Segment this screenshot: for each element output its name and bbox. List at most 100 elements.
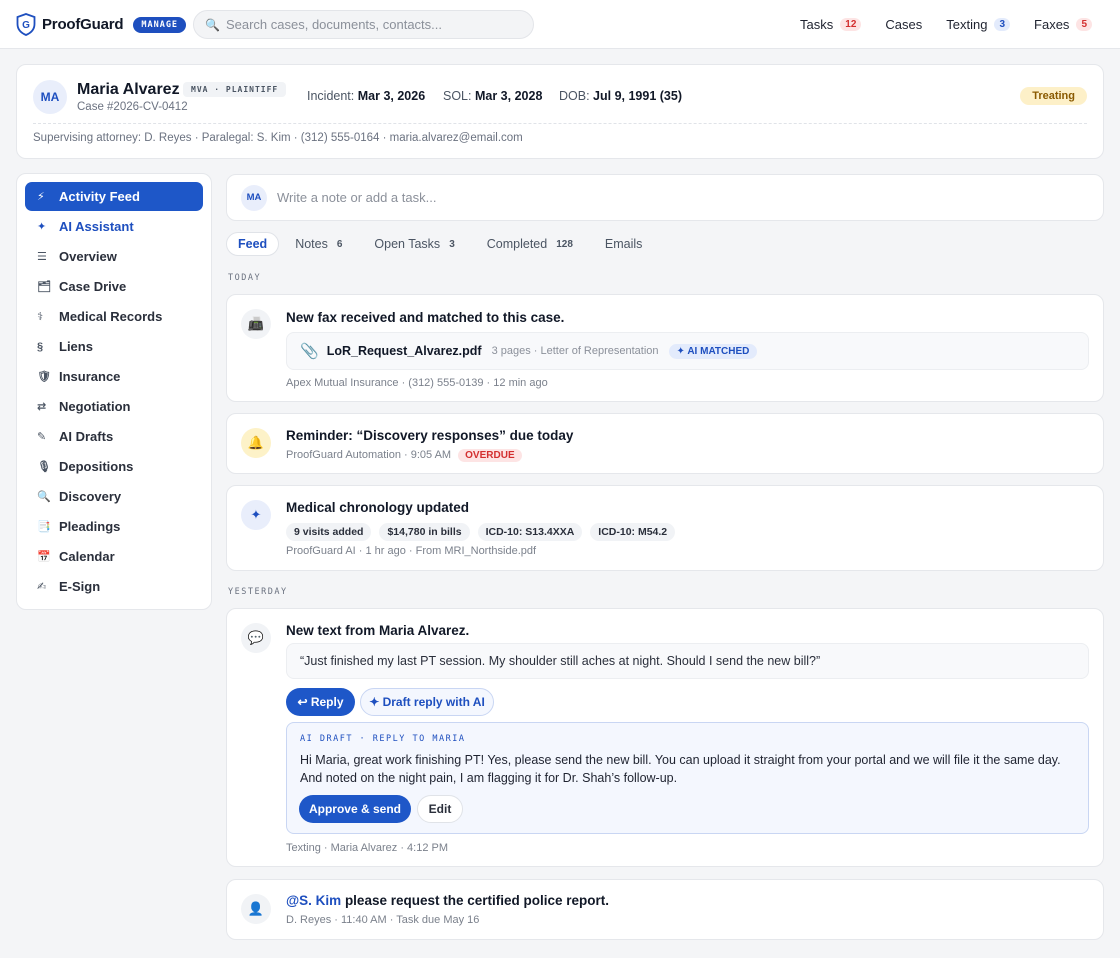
- sidebar-item-activity-feed[interactable]: ⚡ Activity Feed: [25, 182, 203, 211]
- nav-faxes-count: 5: [1076, 18, 1092, 31]
- ai-draft-text[interactable]: Hi Maria, great work finishing PT! Yes, …: [300, 751, 1075, 787]
- sidebar-item-ai-assistant[interactable]: ✦ AI Assistant: [25, 212, 203, 241]
- sidebar-item-label: Liens: [59, 339, 93, 354]
- tab-completed-label: Completed: [486, 237, 548, 251]
- sidebar-item-ai-drafts[interactable]: ✎ AI Drafts: [25, 422, 203, 451]
- folder-icon: 🗂: [37, 281, 51, 293]
- tab-completed[interactable]: Completed 128: [487, 237, 573, 251]
- sidebar-item-label: Overview: [59, 249, 117, 264]
- note-input[interactable]: [277, 190, 1057, 205]
- feed-item-text: 💬 New text from Maria Alvarez. “Just fin…: [226, 608, 1104, 867]
- tab-feed-label: Feed: [238, 237, 268, 251]
- nav-cases-label: Cases: [885, 17, 923, 32]
- chip-visits: 9 visits added: [286, 523, 372, 541]
- feed-item-meta: ProofGuard Automation · 9:05 AM: [286, 449, 452, 461]
- fax-attachment[interactable]: 📎 LoR_Request_Alvarez.pdf 3 pages · Lett…: [286, 332, 1089, 370]
- person-icon: 👤: [241, 894, 271, 924]
- top-bar: G ProofGuard MANAGE 🔍 Tasks 12 Cases Tex…: [0, 0, 1120, 49]
- search-input[interactable]: [225, 17, 516, 32]
- sidebar-item-negotiation[interactable]: ⇄ Negotiation: [25, 392, 203, 421]
- overdue-badge: OVERDUE: [458, 449, 522, 462]
- sidebar-item-case-drive[interactable]: 🗂 Case Drive: [25, 272, 203, 301]
- feed-item-title: Medical chronology updated: [286, 500, 470, 515]
- svg-text:G: G: [22, 20, 30, 31]
- nav-tasks-label: Tasks: [800, 17, 834, 32]
- sidebar-item-label: E-Sign: [59, 579, 101, 594]
- incident-label: Incident:: [307, 89, 355, 103]
- sidebar-item-label: AI Assistant: [59, 219, 134, 234]
- divider: [33, 123, 1087, 124]
- sidebar-item-pleadings[interactable]: 📑 Pleadings: [25, 512, 203, 541]
- edit-draft-button[interactable]: Edit: [417, 795, 463, 823]
- sidebar-item-discovery[interactable]: 🔍 Discovery: [25, 482, 203, 511]
- tab-notes[interactable]: Notes 6: [295, 237, 342, 251]
- nav-faxes-label: Faxes: [1034, 17, 1070, 32]
- global-search[interactable]: 🔍: [193, 10, 534, 39]
- status-badge: Treating: [1020, 87, 1087, 105]
- sidebar-item-medical-records[interactable]: ⚕ Medical Records: [25, 302, 203, 331]
- sparkle-icon: ✦: [37, 221, 47, 233]
- nav-tasks[interactable]: Tasks 12: [800, 17, 862, 32]
- speech-bubble-icon: 💬: [241, 623, 271, 653]
- chip-bills: $14,780 in bills: [379, 523, 470, 541]
- calendar-icon: 📅: [37, 551, 51, 563]
- caduceus-icon: ⚕: [37, 311, 43, 323]
- case-number: Case #2026-CV-0412: [77, 101, 188, 113]
- chronology-chips: 9 visits added $14,780 in bills ICD-10: …: [286, 523, 676, 541]
- magnifier-icon: 🔍: [37, 491, 51, 503]
- tab-feed[interactable]: Feed: [226, 232, 280, 256]
- feed-item-meta: ProofGuard AI · 1 hr ago · From MRI_Nort…: [286, 545, 537, 557]
- case-contacts: Supervising attorney: D. Reyes · Paraleg…: [33, 132, 523, 144]
- sol-value: Mar 3, 2028: [474, 89, 543, 103]
- dob-value: Jul 9, 1991 (35): [593, 89, 682, 103]
- sidebar-item-insurance[interactable]: 🛡 Insurance: [25, 362, 203, 391]
- sidebar: ⚡ Activity Feed ✦ AI Assistant ☰ Overview 🗂 Cas…: [16, 173, 212, 610]
- chip-icd-1: ICD-10: S13.4XXA: [477, 523, 583, 541]
- feed-item-chronology: ✦ Medical chronology updated 9 visits ad…: [226, 485, 1104, 571]
- draft-reply-ai-button[interactable]: ✦ Draft reply with AI: [360, 688, 494, 716]
- feed-item-meta-row: ProofGuard Automation · 9:05 AM OVERDUE: [286, 449, 522, 462]
- sidebar-item-liens[interactable]: § Liens: [25, 332, 203, 361]
- feed-item-title: New text from Maria Alvarez.: [286, 623, 470, 638]
- sidebar-item-calendar[interactable]: 📅 Calendar: [25, 542, 203, 571]
- tab-emails[interactable]: Emails: [605, 237, 643, 251]
- sidebar-item-label: Pleadings: [59, 519, 121, 534]
- logo[interactable]: G ProofGuard MANAGE: [16, 13, 187, 36]
- section-icon: §: [37, 340, 44, 353]
- feed-item-meta: Texting · Maria Alvarez · 4:12 PM: [286, 842, 449, 854]
- attachment-filename[interactable]: LoR_Request_Alvarez.pdf: [327, 344, 482, 358]
- sidebar-item-label: Medical Records: [59, 309, 163, 324]
- incident-date: Incident: Mar 3, 2026: [307, 89, 425, 103]
- feed-tabs: Feed Notes 6 Open Tasks 3 Completed 128 …: [226, 231, 642, 257]
- tab-open-tasks[interactable]: Open Tasks 3: [374, 237, 454, 251]
- mention-link[interactable]: @S. Kim: [286, 893, 341, 908]
- nav-texting-count: 3: [994, 18, 1011, 31]
- sidebar-item-e-sign[interactable]: ✍ E-Sign: [25, 572, 203, 601]
- document-icon: 📑: [37, 521, 51, 533]
- sidebar-item-depositions[interactable]: 🎙 Depositions: [25, 452, 203, 481]
- bell-icon: 🔔: [241, 428, 271, 458]
- client-avatar: MA: [33, 80, 67, 114]
- tab-notes-count: 6: [336, 238, 343, 250]
- compose-box[interactable]: MA: [226, 174, 1104, 221]
- menu-icon: ☰: [37, 251, 47, 263]
- day-label-today: TODAY: [228, 273, 262, 283]
- case-header: MA Maria Alvarez MVA · PLAINTIFF Case #2…: [16, 64, 1104, 159]
- tab-completed-count: 128: [556, 238, 573, 250]
- feed-item-task: 👤 @S. Kim please request the certified p…: [226, 879, 1104, 940]
- feed-item-fax: 📠 New fax received and matched to this c…: [226, 294, 1104, 402]
- signature-icon: ✍: [37, 581, 47, 593]
- nav-texting-label: Texting: [946, 17, 988, 32]
- approve-send-button[interactable]: Approve & send: [299, 795, 411, 823]
- nav-texting[interactable]: Texting 3: [946, 17, 1011, 32]
- client-name: Maria Alvarez: [77, 81, 180, 98]
- sidebar-item-label: Calendar: [59, 549, 115, 564]
- pencil-icon: ✎: [37, 431, 47, 443]
- sidebar-item-overview[interactable]: ☰ Overview: [25, 242, 203, 271]
- nav-faxes[interactable]: Faxes 5: [1034, 17, 1092, 32]
- reply-button[interactable]: ↩ Reply: [286, 688, 355, 716]
- nav-cases[interactable]: Cases: [885, 17, 922, 32]
- sidebar-item-label: Insurance: [59, 369, 121, 384]
- shield-logo-icon: G: [16, 13, 36, 36]
- incident-value: Mar 3, 2026: [357, 89, 426, 103]
